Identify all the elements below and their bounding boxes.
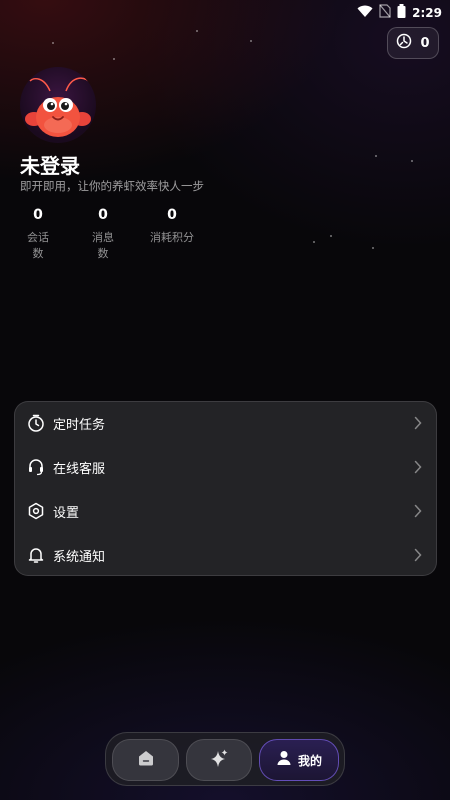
- menu-label: 定时任务: [53, 417, 106, 433]
- stat-points-used: 0 消耗积分: [150, 207, 194, 245]
- chevron-right-icon: [414, 459, 422, 478]
- battery-icon: [397, 3, 406, 22]
- star-decoration: [250, 40, 252, 42]
- menu-label: 系统通知: [53, 549, 106, 565]
- avatar[interactable]: [20, 67, 96, 143]
- menu-item-customer-service[interactable]: 在线客服: [27, 445, 422, 489]
- star-decoration: [313, 241, 315, 243]
- headset-icon: [27, 458, 45, 476]
- menu-item-settings[interactable]: 设置: [27, 489, 422, 533]
- chevron-right-icon: [414, 547, 422, 566]
- tagline: 即开即用，让你的养虾效率快人一步: [20, 179, 204, 193]
- status-time: 2:29: [412, 5, 442, 20]
- points-icon: [396, 33, 412, 53]
- nav-me-label: 我的: [297, 753, 322, 768]
- bottom-nav: 我的: [105, 732, 345, 786]
- user-icon: [276, 750, 292, 770]
- stat-value: 0: [167, 207, 177, 223]
- lobster-avatar-icon: [25, 77, 93, 137]
- chevron-right-icon: [414, 415, 422, 434]
- timer-icon: [27, 414, 45, 432]
- username[interactable]: 未登录: [20, 150, 80, 179]
- menu-item-scheduled-tasks[interactable]: 定时任务: [27, 401, 422, 445]
- stat-sessions: 0 会话数: [22, 207, 54, 261]
- settings-icon: [27, 502, 45, 520]
- points-value: 0: [420, 35, 430, 51]
- star-decoration: [411, 160, 413, 162]
- nav-me-button[interactable]: 我的: [259, 739, 339, 781]
- wifi-icon: [357, 3, 373, 22]
- stat-messages: 0 消息数: [87, 207, 119, 261]
- star-decoration: [372, 247, 374, 249]
- nav-home-button[interactable]: [112, 739, 179, 781]
- stat-value: 0: [33, 207, 43, 223]
- stat-label: 消耗积分: [150, 231, 194, 244]
- no-sim-icon: [379, 3, 391, 22]
- star-decoration: [330, 235, 332, 237]
- star-decoration: [113, 58, 115, 60]
- star-decoration: [196, 30, 198, 32]
- stat-label: 消息数: [92, 231, 114, 260]
- nav-explore-button[interactable]: [186, 739, 252, 781]
- points-button[interactable]: 0: [387, 27, 439, 59]
- star-decoration: [375, 155, 377, 157]
- menu-item-notifications[interactable]: 系统通知: [27, 533, 422, 577]
- stat-value: 0: [98, 207, 108, 223]
- chevron-right-icon: [414, 503, 422, 522]
- status-bar: 2:29: [0, 0, 450, 22]
- bell-icon: [27, 546, 45, 564]
- sparkle-icon: [209, 748, 229, 772]
- menu-card: 定时任务 在线客服 设置 系统通知: [14, 401, 437, 576]
- stat-label: 会话数: [27, 231, 49, 260]
- home-icon: [137, 749, 155, 771]
- menu-label: 设置: [53, 505, 80, 521]
- star-decoration: [52, 42, 54, 44]
- menu-label: 在线客服: [53, 461, 106, 477]
- status-icons: 2:29: [357, 3, 442, 22]
